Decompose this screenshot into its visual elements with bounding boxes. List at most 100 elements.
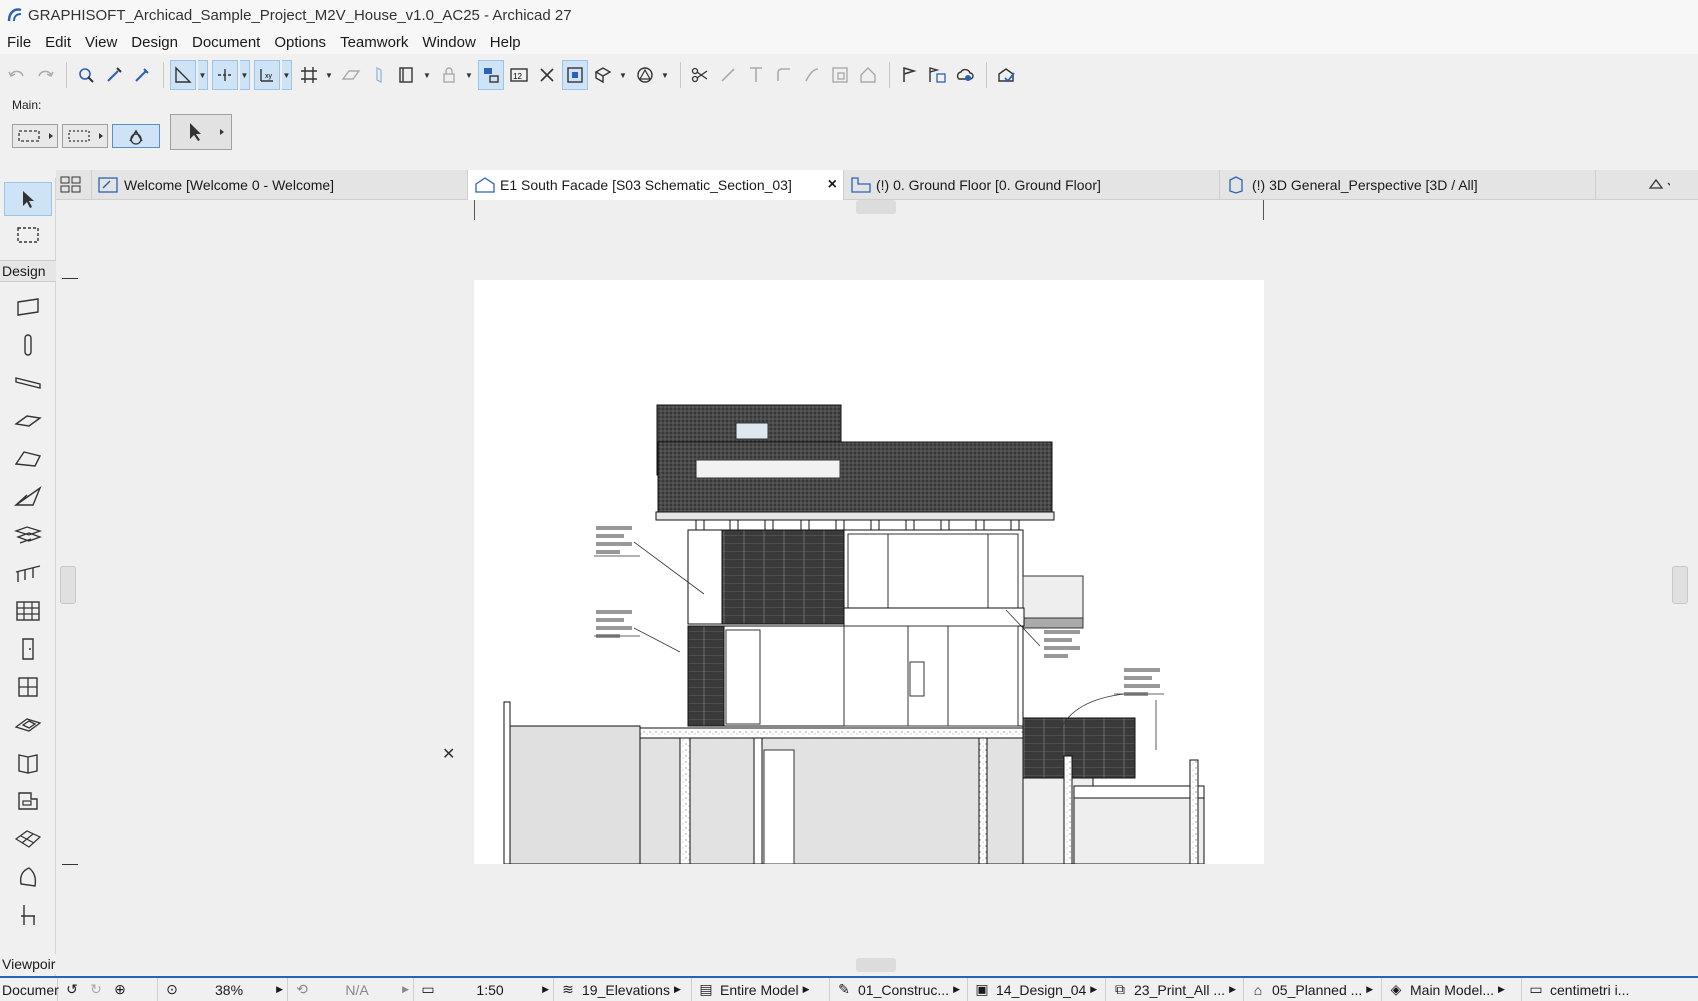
tab-ground-floor[interactable]: (!) 0. Ground Floor [0. Ground Floor] <box>844 170 1220 200</box>
graphic-override-control[interactable]: ▣ 14_Design_04 ▶ <box>968 978 1106 1001</box>
fillet-icon[interactable] <box>771 60 797 90</box>
curtain-wall-tool-icon[interactable] <box>4 594 52 628</box>
menu-document[interactable]: Document <box>185 34 267 51</box>
zone-tool-icon[interactable] <box>4 784 52 818</box>
skylight-tool-icon[interactable] <box>4 708 52 742</box>
object-tool-icon[interactable] <box>4 746 52 780</box>
tab-view-options[interactable] <box>1642 170 1698 200</box>
numbering-icon[interactable]: 12 <box>506 60 532 90</box>
menu-file[interactable]: File <box>0 34 38 51</box>
rectangle-selection-icon[interactable] <box>62 124 108 148</box>
pen-set-control[interactable]: ✎ 01_Construc... ▶ <box>830 978 968 1001</box>
tab-south-facade[interactable]: E1 South Facade [S03 Schematic_Section_0… <box>468 170 844 200</box>
roof-trim-icon[interactable] <box>855 60 881 90</box>
model-display-dropdown-icon[interactable]: ▼ <box>660 60 670 90</box>
arrow-selection-icon[interactable] <box>170 114 232 150</box>
guide-lines-icon[interactable] <box>170 60 196 90</box>
rotated-selection-icon[interactable] <box>112 124 160 148</box>
coordinates-icon[interactable]: xy <box>254 60 280 90</box>
resize-icon[interactable] <box>827 60 853 90</box>
door-tool-icon[interactable] <box>4 632 52 666</box>
tab-navigator[interactable] <box>56 170 92 200</box>
menu-design[interactable]: Design <box>124 34 185 51</box>
undo-icon[interactable] <box>4 60 30 90</box>
design-section-header[interactable]: Design <box>0 260 56 282</box>
marquee-tool-icon[interactable] <box>4 218 52 252</box>
menu-view[interactable]: View <box>78 34 124 51</box>
plane-icon[interactable] <box>338 60 364 90</box>
grid-dropdown-icon[interactable]: ▼ <box>324 60 334 90</box>
snap-guides-dropdown-icon[interactable]: ▼ <box>240 60 250 90</box>
layer-combination-control[interactable]: ≋ 19_Elevations ▶ <box>554 978 692 1001</box>
coordinates-dropdown-icon[interactable]: ▼ <box>282 60 292 90</box>
menu-teamwork[interactable]: Teamwork <box>333 34 415 51</box>
fit-icon[interactable] <box>562 60 588 90</box>
dimension-control[interactable]: ⧉ 23_Print_All ... ▶ <box>1106 978 1244 1001</box>
shell-tool-icon[interactable] <box>4 480 52 514</box>
zoom-level[interactable]: ⊙ 38% ▶ <box>158 978 288 1001</box>
3d-view-icon[interactable] <box>590 60 616 90</box>
arrow-tool-icon[interactable] <box>4 182 52 216</box>
units-control[interactable]: ▭ centimetri i... <box>1522 978 1658 1001</box>
roof-tool-icon[interactable] <box>4 442 52 476</box>
eyedropper-icon[interactable] <box>101 60 127 90</box>
left-panel-handle[interactable] <box>60 566 76 604</box>
layer-dropdown-icon[interactable]: ▼ <box>422 60 432 90</box>
redo-icon[interactable] <box>32 60 58 90</box>
close-icon[interactable]: × <box>828 176 837 194</box>
model-display-icon[interactable] <box>632 60 658 90</box>
guide-lines-dropdown-icon[interactable]: ▼ <box>198 60 208 90</box>
model-check-icon[interactable] <box>993 60 1019 90</box>
renovation-control[interactable]: ⌂ 05_Planned ... ▶ <box>1244 978 1382 1001</box>
3d-view-dropdown-icon[interactable]: ▼ <box>618 60 628 90</box>
suspend-groups-icon[interactable] <box>478 60 504 90</box>
right-panel-handle[interactable] <box>1672 566 1688 604</box>
grid-snap-icon[interactable] <box>296 60 322 90</box>
schedule-icon[interactable] <box>924 60 950 90</box>
morph-tool-icon[interactable] <box>4 860 52 894</box>
tab-3d-perspective[interactable]: (!) 3D General_Perspective [3D / All] <box>1220 170 1596 200</box>
snap-guides-icon[interactable] <box>212 60 238 90</box>
offset-icon[interactable] <box>799 60 825 90</box>
menu-help[interactable]: Help <box>483 34 528 51</box>
find-select-icon[interactable] <box>73 60 99 90</box>
slab-tool-icon[interactable] <box>4 404 52 438</box>
menu-edit[interactable]: Edit <box>38 34 78 51</box>
model-view-control[interactable]: ▤ Entire Model ▶ <box>692 978 830 1001</box>
railing-tool-icon[interactable] <box>4 556 52 590</box>
polygon-selection-icon[interactable] <box>12 124 58 148</box>
undo-zoom-icon[interactable]: ↺ <box>62 981 82 999</box>
chevron-right-icon: ▶ <box>802 984 810 994</box>
tab-welcome[interactable]: Welcome [Welcome 0 - Welcome] <box>92 170 468 200</box>
menu-options[interactable]: Options <box>267 34 333 51</box>
layer-icon[interactable] <box>394 60 420 90</box>
viewpoint-section-header[interactable]: Viewpoir <box>0 954 56 974</box>
bottom-panel-handle[interactable] <box>856 958 896 972</box>
structure-control[interactable]: ◈ Main Model... ▶ <box>1382 978 1522 1001</box>
top-panel-handle[interactable] <box>856 200 896 214</box>
chair-tool-icon[interactable] <box>4 898 52 932</box>
lock-icon[interactable] <box>436 60 462 90</box>
elevation-drawing-sheet[interactable] <box>474 280 1264 865</box>
split-icon[interactable] <box>687 60 713 90</box>
drawing-canvas[interactable]: ✕ <box>56 200 1698 972</box>
intersect-icon[interactable] <box>743 60 769 90</box>
beam-tool-icon[interactable] <box>4 366 52 400</box>
orientation-control[interactable]: ⟲ N/A ▶ <box>288 978 414 1001</box>
stair-tool-icon[interactable] <box>4 518 52 552</box>
wall-tool-icon[interactable] <box>4 290 52 324</box>
syringe-icon[interactable] <box>129 60 155 90</box>
issue-flag-icon[interactable] <box>896 60 922 90</box>
column-tool-icon[interactable] <box>4 328 52 362</box>
lock-dropdown-icon[interactable]: ▼ <box>464 60 474 90</box>
scale-control[interactable]: ▭ 1:50 ▶ <box>414 978 554 1001</box>
bimcloud-icon[interactable] <box>952 60 978 90</box>
trace-icon[interactable] <box>534 60 560 90</box>
zoom-in-icon[interactable]: ⊕ <box>110 981 130 999</box>
gravity-icon[interactable] <box>366 60 392 90</box>
window-tool-icon[interactable] <box>4 670 52 704</box>
mesh-tool-icon[interactable] <box>4 822 52 856</box>
adjust-icon[interactable] <box>715 60 741 90</box>
redo-zoom-icon[interactable]: ↻ <box>86 981 106 999</box>
menu-window[interactable]: Window <box>415 34 482 51</box>
